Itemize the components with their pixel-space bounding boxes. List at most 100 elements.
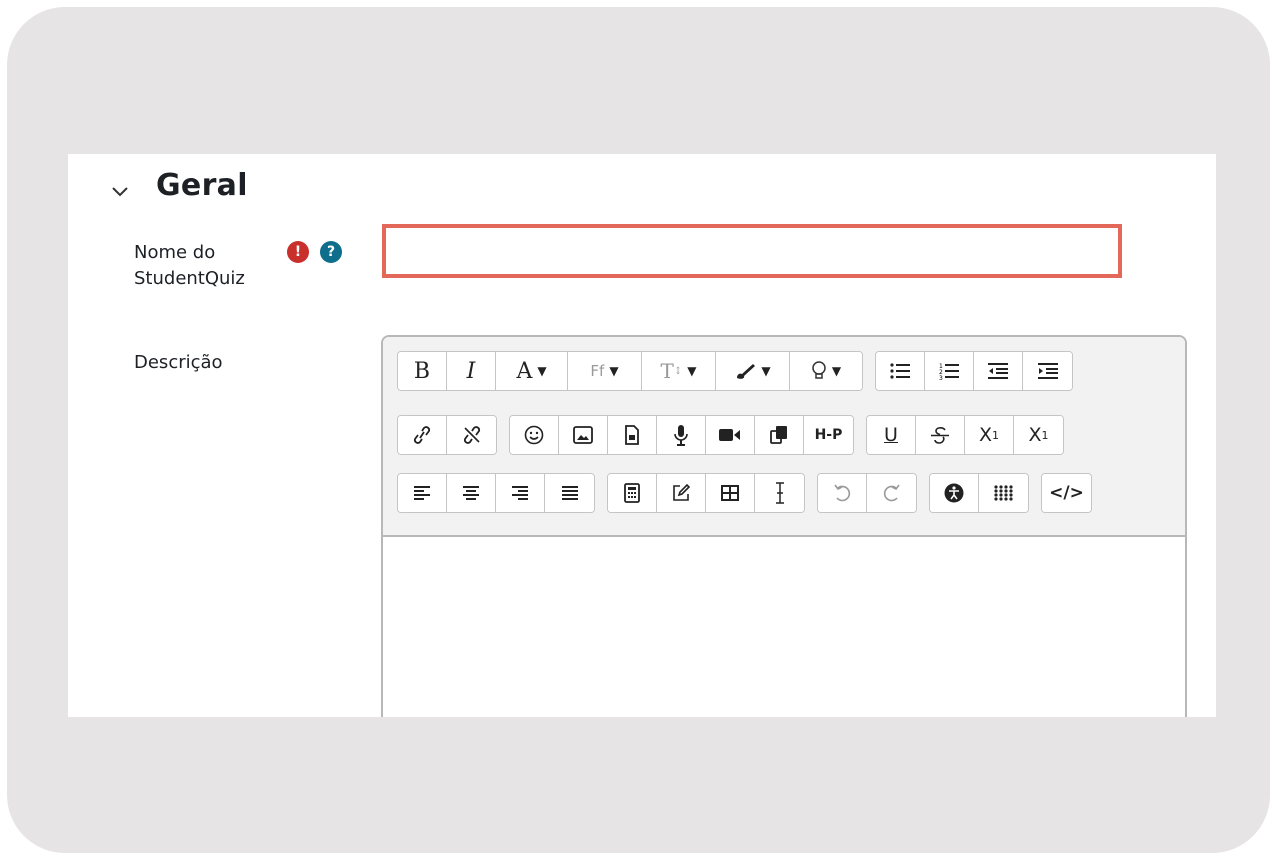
screenreader-helper-button[interactable] [979, 474, 1028, 512]
emoji-button[interactable] [510, 416, 559, 454]
html-source-button[interactable]: </> [1042, 474, 1091, 512]
record-audio-button[interactable] [657, 416, 706, 454]
name-label-line2: StudentQuiz [134, 268, 245, 289]
copy-files-icon [770, 426, 787, 444]
name-field-label: Nome do StudentQuiz [134, 240, 264, 292]
link-group [397, 415, 497, 455]
underline-button[interactable]: U [867, 416, 916, 454]
record-video-button[interactable] [706, 416, 755, 454]
editor-content-area[interactable] [383, 537, 1185, 717]
unlink-icon [463, 426, 480, 444]
pencil-square-icon [673, 483, 691, 501]
indent-icon [1037, 363, 1058, 379]
text-decoration-group: U X1 X1 [866, 415, 1064, 455]
font-family-label: Ff [590, 362, 605, 380]
align-justify-icon [561, 486, 578, 500]
equation-button[interactable] [608, 474, 657, 512]
unordered-list-button[interactable] [876, 352, 925, 390]
caret-down-icon: ▼ [687, 364, 697, 378]
align-justify-button[interactable] [545, 474, 594, 512]
font-size-label: T [660, 359, 674, 383]
link-icon [413, 426, 431, 444]
caret-down-icon: ▼ [761, 364, 771, 378]
background-color-button[interactable]: ▼ [716, 352, 790, 390]
redo-icon [883, 484, 900, 502]
chevron-down-icon[interactable] [110, 182, 130, 202]
indent-button[interactable] [1023, 352, 1072, 390]
align-center-icon [463, 486, 479, 500]
toolbar-row-1: B I A ▼ Ff ▼ T ↕ ▼ ▼ ▼ 1 2 3 [397, 351, 1085, 391]
subscript-button[interactable]: X1 [965, 416, 1014, 454]
caret-down-icon: ▼ [537, 364, 547, 378]
unlink-button[interactable] [447, 416, 496, 454]
bold-label: B [413, 358, 431, 384]
description-field-label: Descrição [134, 352, 223, 373]
help-icon[interactable]: ? [320, 241, 342, 263]
form-panel: Geral Nome do StudentQuiz ! ? Descrição … [68, 154, 1216, 717]
superscript-index: 1 [1041, 428, 1049, 442]
underline-label: U [884, 424, 898, 446]
table-icon [721, 485, 739, 501]
smiley-icon [524, 425, 544, 445]
description-editor: B I A ▼ Ff ▼ T ↕ ▼ ▼ ▼ 1 2 3 H-P U X 1 X… [381, 335, 1187, 717]
font-color-label: A [516, 358, 533, 384]
toolbar-row-3: </> [397, 473, 1104, 513]
paintbrush-icon [737, 364, 756, 379]
lightbulb-icon [812, 361, 826, 379]
superscript-button[interactable]: X1 [1014, 416, 1063, 454]
emphasis-button[interactable]: ▼ [790, 352, 862, 390]
italic-label: I [466, 358, 476, 384]
html-group: </> [1041, 473, 1092, 513]
italic-button[interactable]: I [447, 352, 496, 390]
font-family-button[interactable]: Ff ▼ [568, 352, 642, 390]
h5p-button[interactable]: H-P [804, 416, 853, 454]
strikethrough-button[interactable] [916, 416, 965, 454]
bold-button[interactable]: B [398, 352, 447, 390]
undo-icon [834, 484, 851, 502]
redo-button[interactable] [867, 474, 916, 512]
subscript-index: 1 [992, 428, 1000, 442]
h5p-label: H-P [814, 427, 843, 443]
edit-button[interactable] [657, 474, 706, 512]
ordered-list-button[interactable]: 123 [925, 352, 974, 390]
link-button[interactable] [398, 416, 447, 454]
list-numbered-icon: 123 [939, 363, 959, 380]
manage-files-button[interactable] [755, 416, 804, 454]
history-group [817, 473, 917, 513]
undo-button[interactable] [818, 474, 867, 512]
align-right-icon [512, 486, 528, 500]
align-center-button[interactable] [447, 474, 496, 512]
required-icon: ! [287, 241, 309, 263]
editor-toolbar: B I A ▼ Ff ▼ T ↕ ▼ ▼ ▼ 1 2 3 H-P U X 1 X… [383, 337, 1185, 537]
media-button[interactable] [608, 416, 657, 454]
font-size-button[interactable]: T ↕ ▼ [642, 352, 716, 390]
align-right-button[interactable] [496, 474, 545, 512]
html-source-label: </> [1049, 483, 1084, 503]
align-left-icon [414, 486, 430, 500]
calculator-icon [624, 483, 640, 503]
subscript-label: X [978, 424, 993, 446]
outdent-button[interactable] [974, 352, 1023, 390]
superscript-label: X [1028, 424, 1042, 446]
list-bullet-icon [890, 363, 910, 379]
caret-down-icon: ▼ [831, 364, 842, 378]
media-group: H-P [509, 415, 854, 455]
table-button[interactable] [706, 474, 755, 512]
name-label-line1: Nome do [134, 242, 216, 263]
align-group [397, 473, 595, 513]
section-title: Geral [156, 168, 248, 203]
strikethrough-icon [931, 427, 949, 444]
text-cursor-icon [775, 482, 784, 504]
list-group: 123 [875, 351, 1073, 391]
font-color-button[interactable]: A ▼ [496, 352, 568, 390]
accessibility-icon [944, 483, 964, 503]
image-button[interactable] [559, 416, 608, 454]
align-left-button[interactable] [398, 474, 447, 512]
accessibility-checker-button[interactable] [930, 474, 979, 512]
microphone-icon [674, 425, 688, 446]
caret-down-icon: ▼ [609, 364, 619, 378]
studentquiz-name-input[interactable] [382, 224, 1122, 278]
clear-formatting-button[interactable] [755, 474, 804, 512]
image-icon [573, 426, 593, 444]
toolbar-row-2: H-P U X1 X1 [397, 415, 1076, 455]
